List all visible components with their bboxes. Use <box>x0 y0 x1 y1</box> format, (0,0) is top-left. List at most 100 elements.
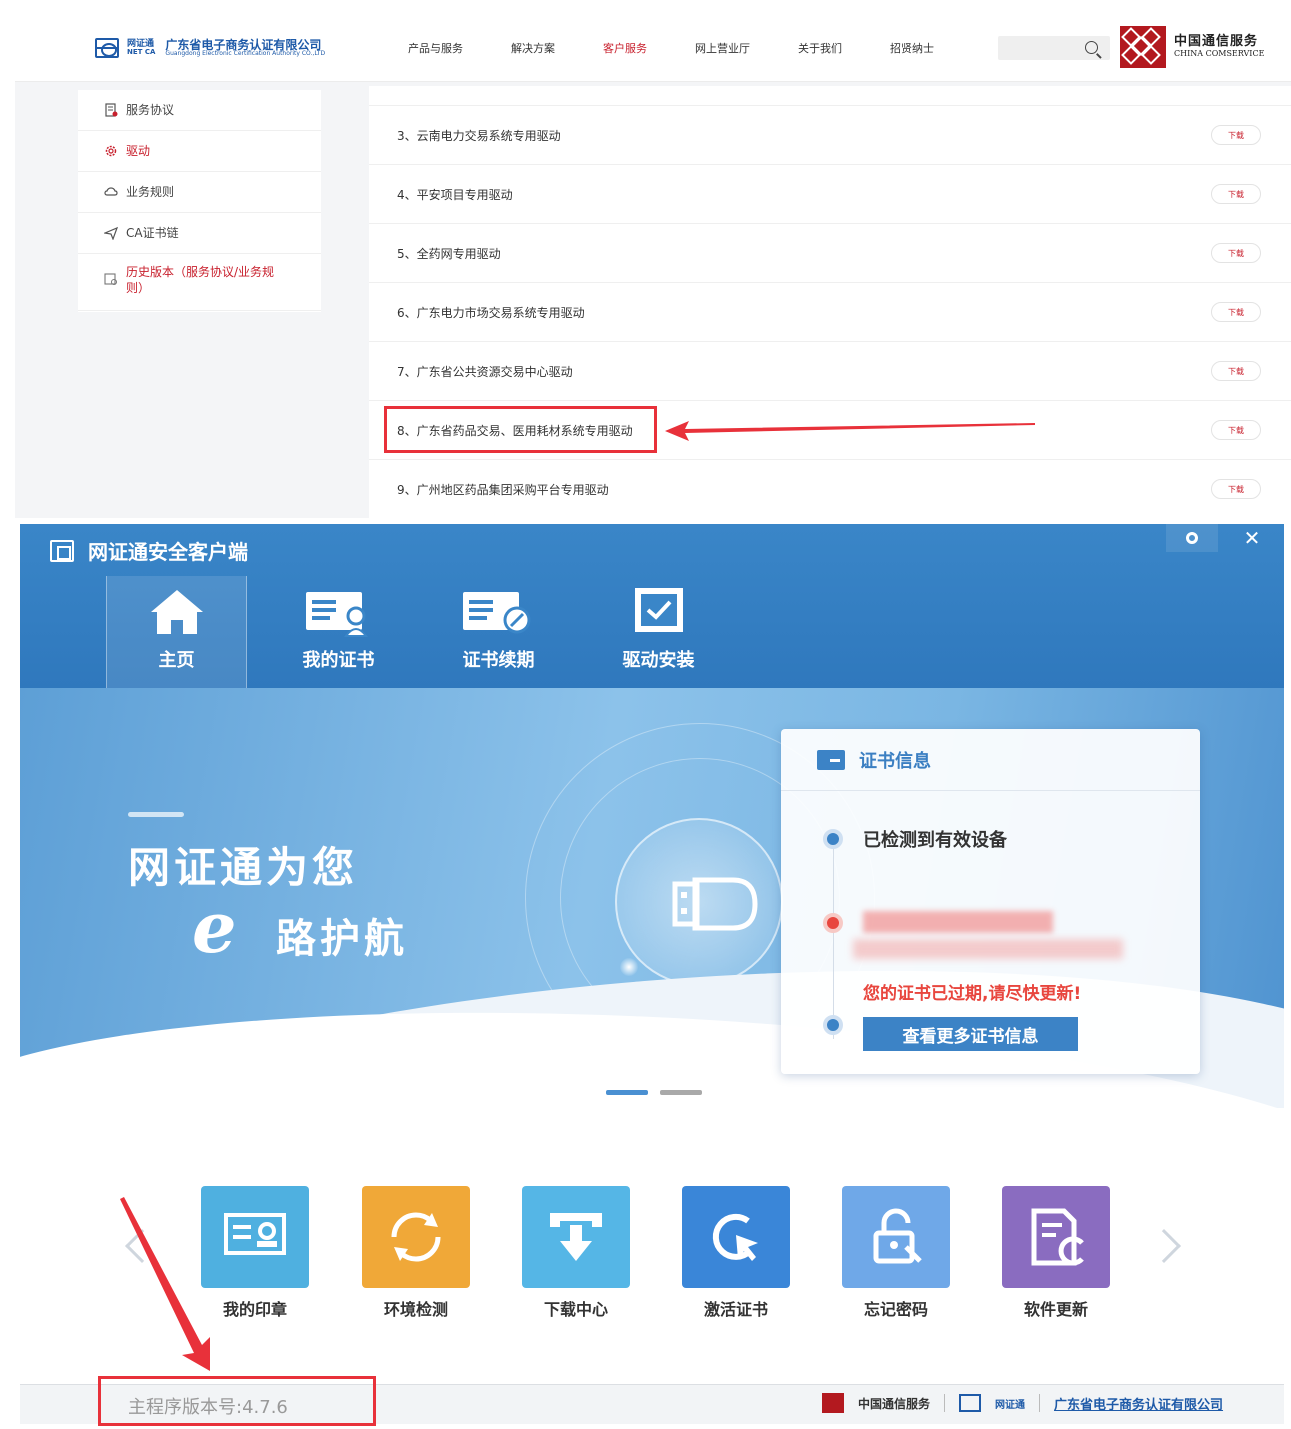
download-button[interactable]: 下载 <box>1211 420 1261 440</box>
tab-home[interactable]: 主页 <box>106 576 247 688</box>
list-item: 3、云南电力交易系统专用驱动 下载 <box>369 106 1291 165</box>
download-button[interactable]: 下载 <box>1211 184 1261 204</box>
logo-brand-en: NET CA <box>127 48 156 56</box>
view-more-cert-button[interactable]: 查看更多证书信息 <box>863 1017 1078 1051</box>
tile-label: 软件更新 <box>1023 1300 1088 1319</box>
nav-item-online-hall[interactable]: 网上营业厅 <box>695 40 750 56</box>
sidebar-item-label: 驱动 <box>126 144 151 158</box>
client-title: 网证通安全客户端 <box>88 540 248 564</box>
arrow-annotation-icon <box>120 1197 210 1371</box>
china-comservice-logo-icon <box>822 1393 844 1413</box>
tile-download-center[interactable]: 下载中心 <box>522 1186 630 1320</box>
footer-comservice-name: 中国通信服务 <box>858 1396 931 1411</box>
search-input[interactable] <box>998 36 1110 60</box>
driver-name: 4、平安项目专用驱动 <box>397 187 513 202</box>
search-icon[interactable] <box>1085 41 1098 54</box>
nav-item-about[interactable]: 关于我们 <box>798 40 842 56</box>
close-button[interactable]: ✕ <box>1226 524 1278 552</box>
client-header: 网证通安全客户端 ✕ 主页 我的证书 证书续期 驱动安装 <box>20 524 1284 688</box>
download-button[interactable]: 下载 <box>1211 479 1261 499</box>
highlight-box-version <box>98 1376 376 1426</box>
driver-install-icon <box>634 588 683 632</box>
comservice-name-cn: 中国通信服务 <box>1174 34 1259 50</box>
sidebar-item-service-agreement[interactable]: 服务协议 <box>78 90 321 131</box>
footer-company-link[interactable]: 广东省电子商务认证有限公司 <box>1054 1394 1223 1413</box>
sidebar-item-business-rules[interactable]: 业务规则 <box>78 172 321 213</box>
comservice-name-en: CHINA COMSERVICE <box>1174 48 1265 58</box>
tile-activate-certificate[interactable]: 激活证书 <box>682 1186 790 1320</box>
certificate-icon <box>305 592 368 637</box>
settings-icon <box>1186 532 1198 544</box>
netca-logo-icon <box>95 38 119 58</box>
tab-renew-certificate[interactable]: 证书续期 <box>428 576 569 688</box>
china-comservice-logo-icon <box>1120 26 1166 68</box>
download-icon <box>550 1213 602 1261</box>
nav-item-customer-service[interactable]: 客户服务 <box>603 40 647 56</box>
sidebar-item-history-versions[interactable]: 历史版本（服务协议/业务规则） <box>78 254 321 311</box>
tab-my-certificate[interactable]: 我的证书 <box>268 576 409 688</box>
screenshot-composite: 网证通 NET CA 广东省电子商务认证有限公司 Guangdong Elect… <box>0 0 1291 1429</box>
pager-dot-1[interactable] <box>606 1090 648 1095</box>
sidebar-item-drivers[interactable]: 驱动 <box>78 131 321 172</box>
tile-label: 激活证书 <box>703 1300 768 1319</box>
tab-driver-install[interactable]: 驱动安装 <box>588 576 729 688</box>
tab-label: 证书续期 <box>462 650 535 671</box>
list-item: 7、广东省公共资源交易中心驱动 下载 <box>369 342 1291 401</box>
banner-pager <box>606 1090 702 1095</box>
download-button[interactable]: 下载 <box>1211 302 1261 322</box>
cloud-icon <box>104 187 118 196</box>
document-icon <box>105 103 118 117</box>
service-sidebar: 服务协议 驱动 业务规则 CA证书链 历史版本（服务协议/业务规则） <box>78 90 321 312</box>
tile-software-update[interactable]: 软件更新 <box>1002 1186 1110 1320</box>
list-item: 5、全药网专用驱动 下载 <box>369 224 1291 283</box>
settings-button[interactable] <box>1166 524 1218 552</box>
sidebar-item-ca-chain[interactable]: CA证书链 <box>78 213 321 254</box>
nav-item-solutions[interactable]: 解决方案 <box>511 40 555 56</box>
driver-name: 7、广东省公共资源交易中心驱动 <box>397 364 573 379</box>
tile-label: 下载中心 <box>543 1300 608 1319</box>
status-dot-icon <box>823 829 843 849</box>
driver-name: 3、云南电力交易系统专用驱动 <box>397 128 561 143</box>
netca-app-icon <box>50 539 74 562</box>
tile-label: 忘记密码 <box>863 1300 928 1319</box>
site-header: 网证通 NET CA 广东省电子商务认证有限公司 Guangdong Elect… <box>15 12 1291 82</box>
footer-logos: 中国通信服务 网证通 广东省电子商务认证有限公司 <box>822 1393 1223 1413</box>
status-dot-icon <box>823 1015 843 1035</box>
sidebar-item-label: 服务协议 <box>126 103 175 117</box>
pager-dot-2[interactable] <box>660 1090 702 1095</box>
tile-forgot-password[interactable]: 忘记密码 <box>842 1186 950 1320</box>
usb-key-icon <box>672 877 758 931</box>
redacted-info <box>853 939 1123 959</box>
activate-cursor-icon <box>712 1213 758 1261</box>
chevron-right-icon[interactable] <box>1147 1229 1181 1263</box>
netca-website: 网证通 NET CA 广东省电子商务认证有限公司 Guangdong Elect… <box>15 12 1291 518</box>
download-button[interactable]: 下载 <box>1211 125 1261 145</box>
download-button[interactable]: 下载 <box>1211 243 1261 263</box>
history-doc-icon <box>104 273 117 285</box>
main-nav: 产品与服务 解决方案 客户服务 网上营业厅 关于我们 招贤纳士 <box>408 40 982 56</box>
tile-env-check[interactable]: 环境检测 <box>362 1186 470 1320</box>
driver-name: 5、全药网专用驱动 <box>397 246 501 261</box>
error-dot-icon <box>823 913 843 933</box>
client-title-bar: 网证通安全客户端 <box>50 536 248 565</box>
banner-slogan-e: e <box>192 886 237 969</box>
device-status: 已检测到有效设备 <box>863 830 1007 851</box>
gear-icon <box>105 145 117 157</box>
close-icon: ✕ <box>1243 526 1261 550</box>
netca-logo[interactable]: 网证通 NET CA 广东省电子商务认证有限公司 Guangdong Elect… <box>95 38 325 58</box>
home-icon <box>150 590 203 634</box>
certificate-info-icon <box>817 749 845 770</box>
redacted-info <box>863 911 1053 933</box>
slogan-decoration <box>128 812 184 817</box>
home-banner: 网证通为您 e 路护航 证书信息 已检测到有效设备 您的证书已过期,请尽快更新!… <box>20 688 1284 1108</box>
banner-slogan-line2: 路护航 <box>276 916 408 962</box>
nav-item-products[interactable]: 产品与服务 <box>408 40 463 56</box>
software-update-icon <box>1031 1208 1084 1266</box>
seal-icon <box>224 1213 286 1255</box>
sidebar-item-label: CA证书链 <box>126 226 179 240</box>
card-title: 证书信息 <box>859 750 931 772</box>
download-button[interactable]: 下载 <box>1211 361 1261 381</box>
nav-item-careers[interactable]: 招贤纳士 <box>890 40 934 56</box>
refresh-icon <box>391 1212 441 1262</box>
highlight-box-driver-8 <box>384 406 657 453</box>
